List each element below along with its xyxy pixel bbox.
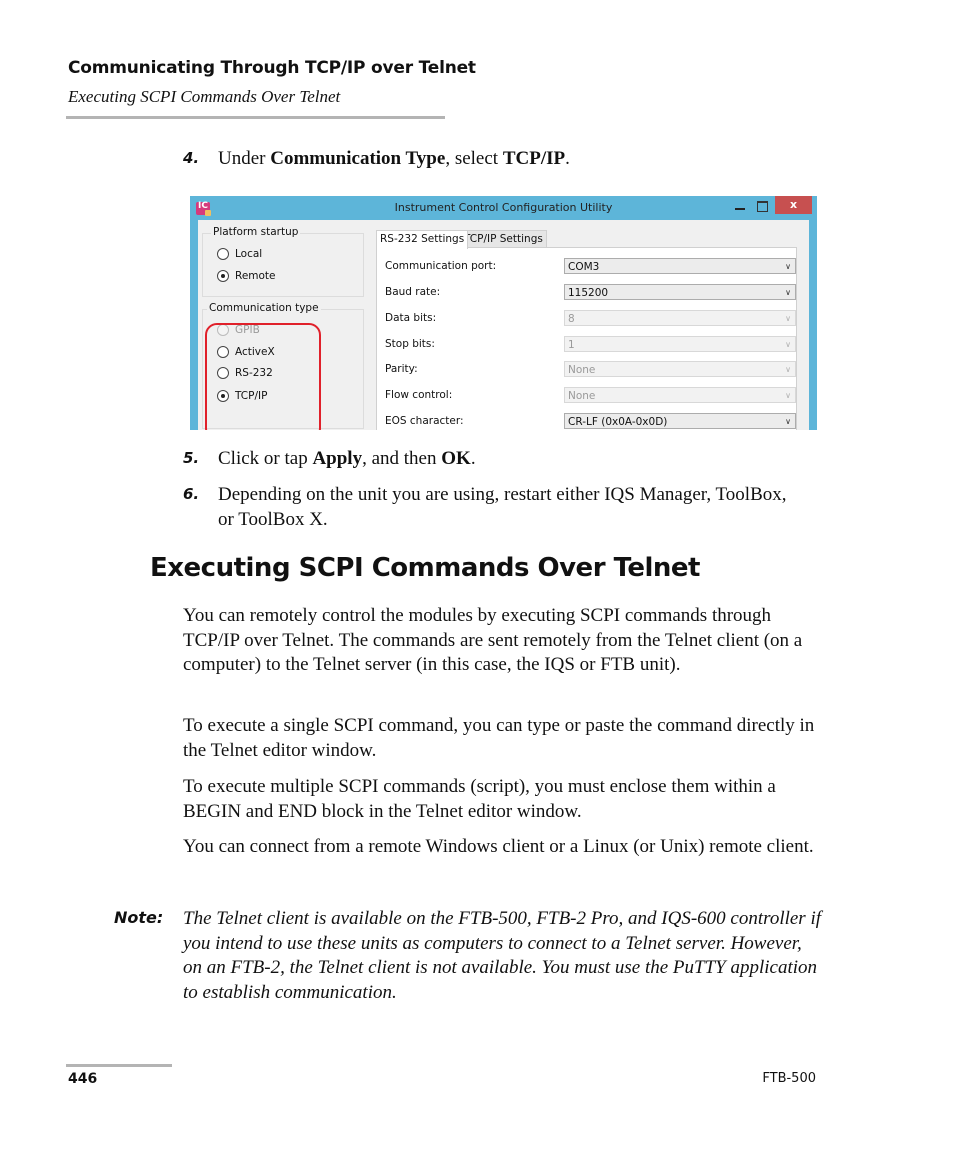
window-border xyxy=(809,220,817,430)
page-number: 446 xyxy=(68,1071,98,1087)
field-data-bits: Data bits: 8 ∨ xyxy=(377,310,796,328)
product-name: FTB-500 xyxy=(762,1071,816,1086)
note-label: Note: xyxy=(114,908,164,927)
group-legend: Platform startup xyxy=(211,226,301,238)
window-title: Instrument Control Configuration Utility xyxy=(394,201,613,214)
field-label: EOS character: xyxy=(385,415,464,427)
radio-circle-selected xyxy=(217,270,229,282)
step-text: Depending on the unit you are using, res… xyxy=(218,484,787,530)
radio-local[interactable]: Local xyxy=(217,247,262,261)
radio-label: Remote xyxy=(235,270,276,282)
field-label: Communication port: xyxy=(385,260,497,272)
config-utility-window: IC Instrument Control Configuration Util… xyxy=(190,196,817,430)
note-text: The Telnet client is available on the FT… xyxy=(183,908,822,1003)
select-value: COM3 xyxy=(568,261,600,273)
close-icon[interactable]: x xyxy=(775,196,812,214)
field-flow-control: Flow control: None ∨ xyxy=(377,387,796,405)
step-number: 4. xyxy=(183,149,200,167)
group-legend: Communication type xyxy=(207,302,321,314)
section-heading: Executing SCPI Commands Over Telnet xyxy=(150,553,700,583)
step-number: 6. xyxy=(183,485,200,503)
select-value: 115200 xyxy=(568,287,609,299)
chevron-down-icon: ∨ xyxy=(785,365,791,374)
paragraph: To execute a single SCPI command, you ca… xyxy=(183,715,815,761)
chevron-down-icon: ∨ xyxy=(785,391,791,400)
field-label: Baud rate: xyxy=(385,286,441,298)
chevron-down-icon: ∨ xyxy=(785,340,791,349)
step-text: Under Communication Type, select TCP/IP. xyxy=(218,146,788,171)
step-6: 6. Depending on the unit you are using, … xyxy=(183,482,788,532)
ui-term: Communication Type xyxy=(270,148,446,169)
text-run: . xyxy=(470,448,476,469)
radio-circle xyxy=(217,248,229,260)
field-label: Stop bits: xyxy=(385,338,435,350)
tab-tcpip-settings[interactable]: TCP/IP Settings xyxy=(460,230,547,248)
text-run: , select xyxy=(445,148,503,169)
text-run: . xyxy=(565,148,570,169)
data-bits-select: 8 ∨ xyxy=(564,310,796,326)
minimize-icon[interactable] xyxy=(733,196,749,214)
platform-startup-group: Platform startup Local Remote xyxy=(202,226,364,297)
settings-tabs: RS-232 Settings TCP/IP Settings Communic… xyxy=(376,230,797,430)
field-parity: Parity: None ∨ xyxy=(377,361,796,379)
paragraph: You can remotely control the modules by … xyxy=(183,605,803,676)
field-baud-rate: Baud rate: 115200 ∨ xyxy=(377,284,796,302)
chevron-down-icon: ∨ xyxy=(785,262,791,271)
parity-select: None ∨ xyxy=(564,361,796,377)
step-number: 5. xyxy=(183,449,200,467)
select-value: CR-LF (0x0A-0x0D) xyxy=(568,416,668,428)
chevron-down-icon: ∨ xyxy=(785,314,791,323)
step-5: 5. Click or tap Apply, and then OK. xyxy=(183,446,788,471)
text-run: , and then xyxy=(362,448,442,469)
field-communication-port: Communication port: COM3 ∨ xyxy=(377,258,796,276)
footer-divider xyxy=(66,1064,172,1067)
chapter-title: Communicating Through TCP/IP over Telnet xyxy=(68,58,476,78)
tab-rs232-settings[interactable]: RS-232 Settings xyxy=(376,230,469,249)
field-label: Data bits: xyxy=(385,312,437,324)
step-text: Click or tap Apply, and then OK. xyxy=(218,446,788,471)
flow-control-select: None ∨ xyxy=(564,387,796,403)
paragraph: To execute multiple SCPI commands (scrip… xyxy=(183,776,776,822)
window-client-area: Platform startup Local Remote Communicat… xyxy=(198,220,809,430)
communication-port-select[interactable]: COM3 ∨ xyxy=(564,258,796,274)
ui-term: TCP/IP xyxy=(502,148,566,169)
baud-rate-select[interactable]: 115200 ∨ xyxy=(564,284,796,300)
select-value: 8 xyxy=(568,313,575,325)
text-run: Under xyxy=(218,148,271,169)
highlight-ring xyxy=(205,323,321,430)
ui-term: Apply xyxy=(312,448,363,469)
eos-character-select[interactable]: CR-LF (0x0A-0x0D) ∨ xyxy=(564,413,796,429)
window-titlebar[interactable]: IC Instrument Control Configuration Util… xyxy=(190,196,817,220)
ui-term: OK xyxy=(441,448,471,469)
field-label: Flow control: xyxy=(385,389,453,401)
maximize-icon[interactable] xyxy=(756,196,770,214)
header-divider xyxy=(66,116,445,119)
field-eos-character: EOS character: CR-LF (0x0A-0x0D) ∨ xyxy=(377,413,796,430)
radio-remote[interactable]: Remote xyxy=(217,269,276,283)
paragraph: You can connect from a remote Windows cl… xyxy=(183,836,814,857)
field-label: Parity: xyxy=(385,363,418,375)
select-value: 1 xyxy=(568,339,575,351)
text-run: Click or tap xyxy=(218,448,313,469)
step-4: 4. Under Communication Type, select TCP/… xyxy=(183,146,788,171)
section-subtitle: Executing SCPI Commands Over Telnet xyxy=(68,87,341,106)
select-value: None xyxy=(568,364,596,376)
field-stop-bits: Stop bits: 1 ∨ xyxy=(377,336,796,354)
stop-bits-select: 1 ∨ xyxy=(564,336,796,352)
chevron-down-icon: ∨ xyxy=(785,417,791,426)
radio-label: Local xyxy=(235,248,263,260)
select-value: None xyxy=(568,390,596,402)
chevron-down-icon: ∨ xyxy=(785,288,791,297)
rs232-settings-panel: Communication port: COM3 ∨ Baud rate: 115… xyxy=(376,247,797,430)
